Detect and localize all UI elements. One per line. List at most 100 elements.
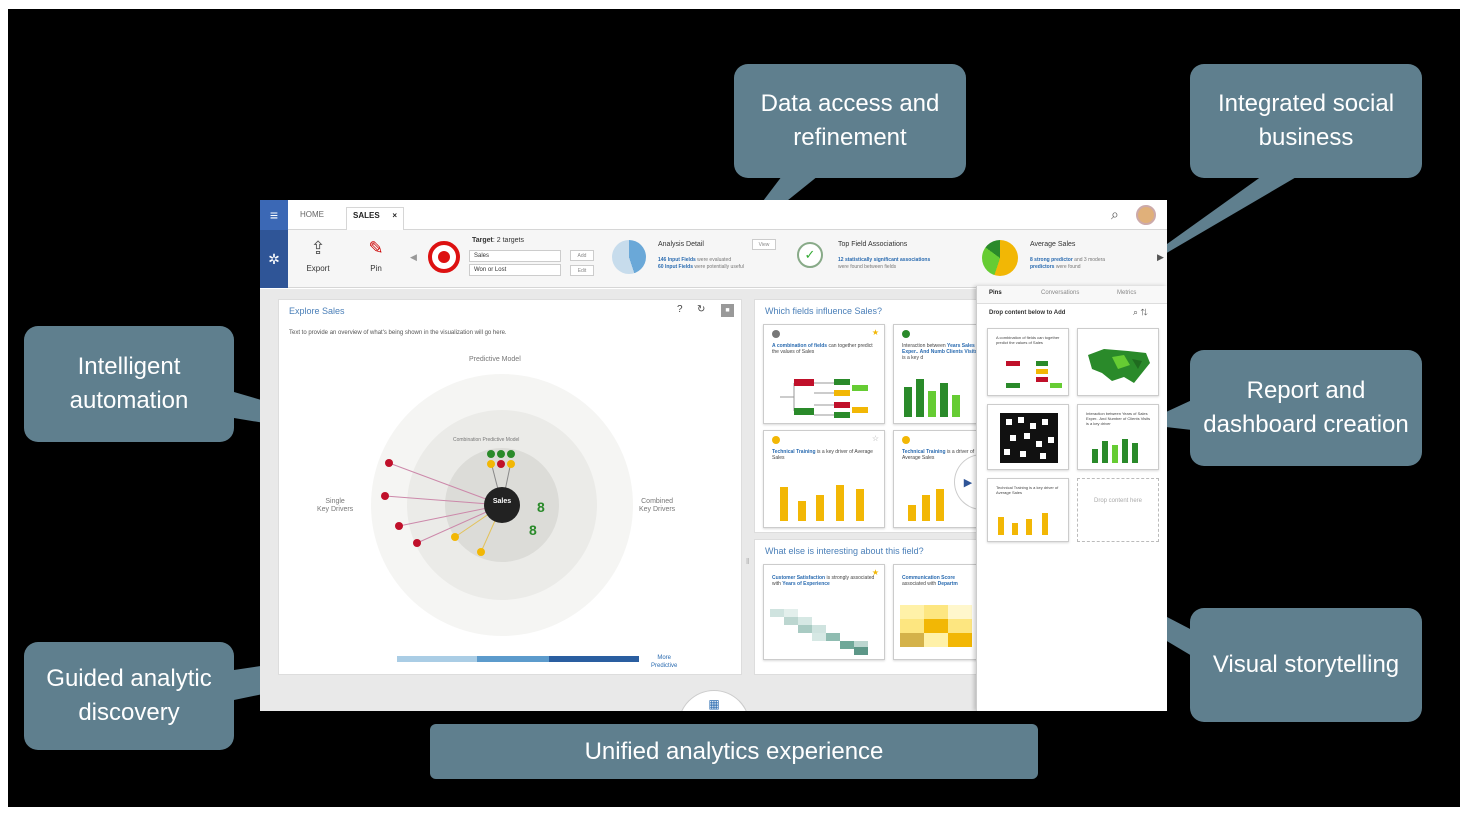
driver-node-red-4[interactable]: [413, 539, 421, 547]
export-button[interactable]: ⇪ Export: [298, 238, 338, 273]
driver-node-yellow-2[interactable]: [477, 548, 485, 556]
target-select-2[interactable]: Won or Lost: [469, 264, 561, 276]
chart-bar: [936, 489, 944, 521]
chart-bar: [836, 485, 844, 521]
driver-node-yellow-1[interactable]: [451, 533, 459, 541]
pins-tab-bar: Pins Conversations Metrics: [977, 286, 1167, 304]
close-icon[interactable]: ×: [392, 208, 397, 224]
card-text: Communication Score associated with Depa…: [902, 575, 958, 587]
explore-panel: Explore Sales ? ↻ ■ Text to provide an o…: [278, 299, 742, 675]
pin-card-2-map[interactable]: [1077, 328, 1159, 396]
combo-node-4[interactable]: [487, 460, 495, 468]
export-icon: ⇪: [310, 238, 326, 258]
interesting-panel: What else is interesting about this fiel…: [754, 539, 985, 675]
avatar[interactable]: [1136, 205, 1156, 225]
analysis-detail: 146 Input Fields were evaluated 60 Input…: [658, 257, 744, 270]
decision-tree-thumbnail: [780, 379, 868, 418]
driver-node-red-2[interactable]: [381, 492, 389, 500]
target-select-1[interactable]: Sales: [469, 250, 561, 262]
chart-bar: [928, 391, 936, 417]
star-icon[interactable]: ☆: [872, 434, 879, 443]
chart-bar: [904, 387, 912, 417]
us-map-thumbnail: [1088, 349, 1150, 383]
pin-card-4[interactable]: Interaction between Years of Sales Exper…: [1077, 404, 1159, 470]
combo-node-6[interactable]: [507, 460, 515, 468]
slide: ≡ HOME SALES × ⌕ ✲ ⇪ Export ✎ Pin ◀ Targ…: [0, 0, 1469, 816]
tab-pins[interactable]: Pins: [989, 290, 1002, 296]
app-screenshot: ≡ HOME SALES × ⌕ ✲ ⇪ Export ✎ Pin ◀ Targ…: [260, 200, 1167, 711]
panel-splitter[interactable]: ‖: [746, 557, 749, 566]
combo-node-3[interactable]: [507, 450, 515, 458]
pin-card-1[interactable]: A combination of fields can together pre…: [987, 328, 1069, 396]
sales-center-node[interactable]: Sales: [484, 487, 520, 523]
card-text: Interaction between Years Sales Exper.. …: [902, 343, 978, 361]
scroll-right-icon[interactable]: ▶: [1157, 252, 1164, 263]
card-text: A combination of fields can together pre…: [772, 343, 873, 355]
compass-icon[interactable]: ✲: [260, 230, 288, 288]
insight-card-2[interactable]: Interaction between Years Sales Exper.. …: [893, 324, 985, 424]
analysis-title: Analysis Detail: [658, 241, 704, 248]
tab-metrics[interactable]: Metrics: [1117, 290, 1136, 296]
scroll-left-icon[interactable]: ◀: [410, 252, 417, 263]
callout-social: Integrated social business: [1190, 64, 1422, 178]
drop-zone[interactable]: Drop content here: [1077, 478, 1159, 542]
insight-card-3[interactable]: ☆ Technical Training is a key driver of …: [763, 430, 885, 528]
chart-bar: [780, 487, 788, 521]
callout-storytelling: Visual storytelling: [1190, 608, 1422, 722]
heatmap-thumbnail: [770, 609, 868, 655]
interesting-card-2[interactable]: Communication Score associated with Depa…: [893, 564, 985, 660]
associations-title: Top Field Associations: [838, 241, 908, 248]
influence-title: Which fields influence Sales?: [765, 306, 883, 316]
card-text: Technical Training is a key driver of Av…: [772, 449, 873, 461]
callout-unified: Unified analytics experience: [430, 724, 1038, 779]
chart-bar: [998, 517, 1004, 535]
chart-bar: [1012, 523, 1018, 535]
combo-node-2[interactable]: [497, 450, 505, 458]
legend-segment-2: [477, 656, 549, 662]
chart-bar: [1042, 513, 1048, 535]
add-target-button[interactable]: Add: [570, 250, 594, 261]
chart-bar: [1112, 445, 1118, 463]
pins-drop-hint: Drop content below to Add: [989, 310, 1066, 316]
hamburger-menu-icon[interactable]: ≡: [260, 200, 288, 230]
chart-bar: [952, 395, 960, 417]
star-icon[interactable]: ★: [872, 328, 879, 337]
analysis-pie-icon: [612, 240, 646, 274]
pin-button[interactable]: ✎ Pin: [356, 238, 396, 273]
tab-home[interactable]: HOME: [294, 207, 330, 230]
driver-node-red-3[interactable]: [395, 522, 403, 530]
tab-sales[interactable]: SALES ×: [346, 207, 404, 230]
interesting-card-1[interactable]: ★ Customer Satisfaction is strongly asso…: [763, 564, 885, 660]
chart-bar: [922, 495, 930, 521]
callout-intelligent: Intelligent automation: [24, 326, 234, 442]
target-title: Target: 2 targets: [472, 237, 525, 244]
target-icon: [428, 241, 460, 273]
driver-network: 8 8: [381, 450, 545, 556]
influence-panel: Which fields influence Sales? ★ A combin…: [754, 299, 985, 533]
view-button[interactable]: View: [752, 239, 776, 250]
combo-node-5[interactable]: [497, 460, 505, 468]
card-text: A combination of fields can together pre…: [996, 335, 1060, 345]
tab-conversations[interactable]: Conversations: [1041, 290, 1079, 296]
search-icon[interactable]: ⌕: [1111, 206, 1119, 223]
pin-card-3-matrix[interactable]: [987, 404, 1069, 470]
interesting-title: What else is interesting about this fiel…: [765, 546, 924, 556]
chart-bar: [798, 501, 806, 521]
edit-target-button[interactable]: Edit: [570, 265, 594, 276]
search-sort-icon[interactable]: ⌕ ⇅: [1133, 307, 1148, 318]
legend-segment-1: [397, 656, 477, 662]
yellow-heatmap-thumbnail: [900, 605, 972, 647]
chart-bar: [1092, 449, 1098, 463]
insight-card-1[interactable]: ★ A combination of fields can together p…: [763, 324, 885, 424]
average-sales-title: Average Sales: [1030, 241, 1076, 248]
pin-card-5[interactable]: Technical Training is a key driver of Av…: [987, 478, 1069, 542]
chart-bar: [916, 379, 924, 417]
more-predictive-label: More Predictive: [651, 655, 678, 669]
driver-node-red-1[interactable]: [385, 459, 393, 467]
tab-sales-label: SALES: [353, 211, 380, 220]
card-number-badge: [902, 436, 910, 444]
callout-guided: Guided analytic discovery: [24, 642, 234, 750]
combo-node-1[interactable]: [487, 450, 495, 458]
chart-bar: [940, 383, 948, 417]
chart-bar: [816, 495, 824, 521]
